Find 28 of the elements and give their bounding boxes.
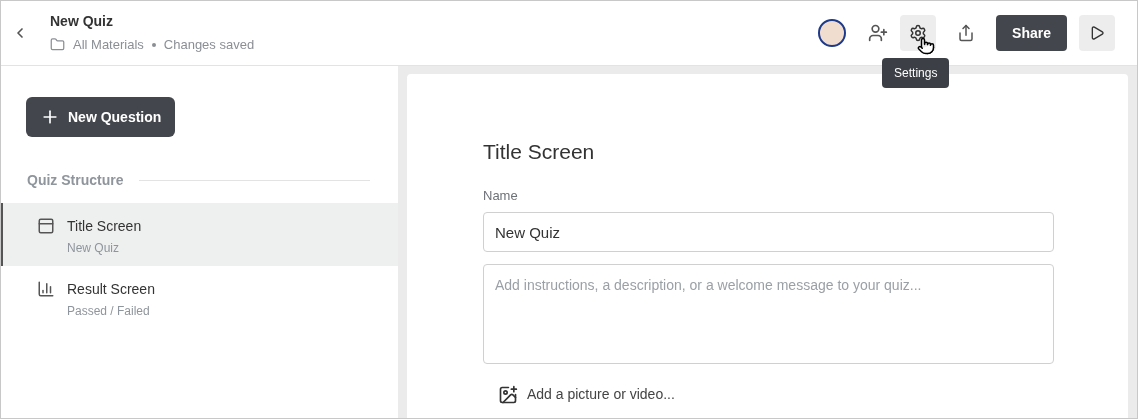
settings-icon [909,24,928,42]
save-status: Changes saved [163,35,255,54]
settings-tooltip: Settings [882,58,950,88]
folder-icon [50,37,65,52]
screen-heading: Title Screen [483,139,596,165]
add-media-link[interactable]: Add a picture or video... [498,384,675,405]
share-button[interactable]: Share [996,15,1067,51]
description-field[interactable]: Add instructions, a description, or a welcome message to your quiz... [483,264,1054,364]
avatar[interactable] [818,19,847,47]
section-title: Quiz Structure [27,171,124,190]
preview-button[interactable] [1079,15,1115,51]
new-question-button[interactable]: New Question [26,97,176,137]
hand-cursor-icon [917,37,936,55]
screen-icon [37,217,55,235]
structure-item[interactable]: Result Screen Passed / Failed [1,266,398,329]
image-add-icon [498,384,518,405]
add-user-icon [868,23,889,43]
item-label: Title Screen [67,217,142,236]
upload-icon [957,24,976,42]
item-label: Result Screen [67,280,155,299]
structure-item[interactable]: Title Screen New Quiz [1,203,398,266]
item-sublabel: New Quiz [67,240,120,257]
item-sublabel: Passed / Failed [67,303,151,320]
quiz-title: New Quiz [50,11,114,30]
name-field[interactable]: New Quiz [483,212,1054,252]
chart-icon [37,280,55,298]
name-label: Name [483,186,519,205]
play-icon [1089,25,1105,41]
